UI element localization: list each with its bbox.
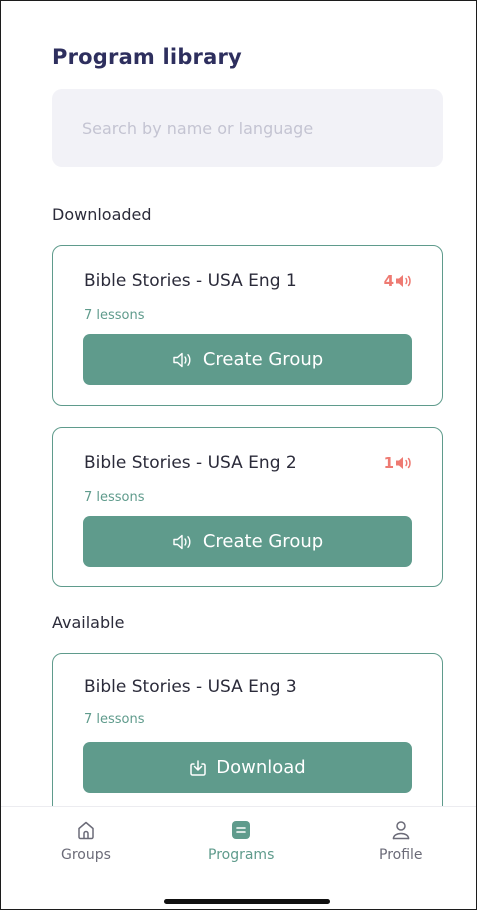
- program-title: Bible Stories - USA Eng 3: [84, 677, 297, 697]
- program-title: Bible Stories - USA Eng 1: [84, 271, 297, 291]
- search-input[interactable]: Search by name or language: [52, 89, 443, 167]
- page-title: Program library: [52, 45, 242, 69]
- button-label: Create Group: [202, 349, 324, 370]
- programs-icon: [230, 819, 252, 845]
- audio-count-badge: 1: [384, 454, 413, 472]
- search-placeholder: Search by name or language: [82, 118, 314, 138]
- create-group-button[interactable]: Create Group: [83, 516, 412, 567]
- badge-count: 4: [383, 272, 394, 290]
- tab-programs[interactable]: Programs: [208, 819, 274, 863]
- home-indicator: [164, 899, 330, 904]
- create-group-button[interactable]: Create Group: [83, 334, 412, 385]
- download-icon: [189, 759, 207, 777]
- button-label: Create Group: [202, 531, 324, 552]
- section-available-label: Available: [52, 613, 125, 632]
- tab-profile[interactable]: Profile: [379, 819, 423, 863]
- speaker-icon: [172, 534, 194, 550]
- speaker-icon: [395, 456, 413, 470]
- speaker-icon: [395, 274, 413, 288]
- program-title: Bible Stories - USA Eng 2: [84, 453, 297, 473]
- lesson-count: 7 lessons: [84, 308, 145, 323]
- audio-count-badge: 4: [384, 272, 413, 290]
- tab-label: Programs: [208, 847, 275, 863]
- program-card[interactable]: Bible Stories - USA Eng 3 7 lessons Down…: [52, 653, 443, 823]
- program-card[interactable]: Bible Stories - USA Eng 2 1 7 lessons Cr…: [52, 427, 443, 587]
- bottom-tab-bar: Groups Programs Profile: [1, 806, 476, 876]
- button-label: Download: [216, 757, 306, 778]
- speaker-icon: [172, 352, 194, 368]
- download-button[interactable]: Download: [83, 742, 412, 793]
- profile-icon: [390, 819, 412, 845]
- tab-label: Profile: [379, 847, 423, 863]
- lesson-count: 7 lessons: [84, 490, 145, 505]
- tab-groups[interactable]: Groups: [61, 819, 111, 863]
- tab-label: Groups: [61, 847, 111, 863]
- section-downloaded-label: Downloaded: [52, 205, 152, 224]
- app-screen: Program library Search by name or langua…: [0, 0, 477, 910]
- badge-count: 1: [383, 454, 394, 472]
- lesson-count: 7 lessons: [84, 712, 145, 727]
- program-card[interactable]: Bible Stories - USA Eng 1 4 7 lessons Cr…: [52, 245, 443, 406]
- home-icon: [75, 819, 97, 845]
